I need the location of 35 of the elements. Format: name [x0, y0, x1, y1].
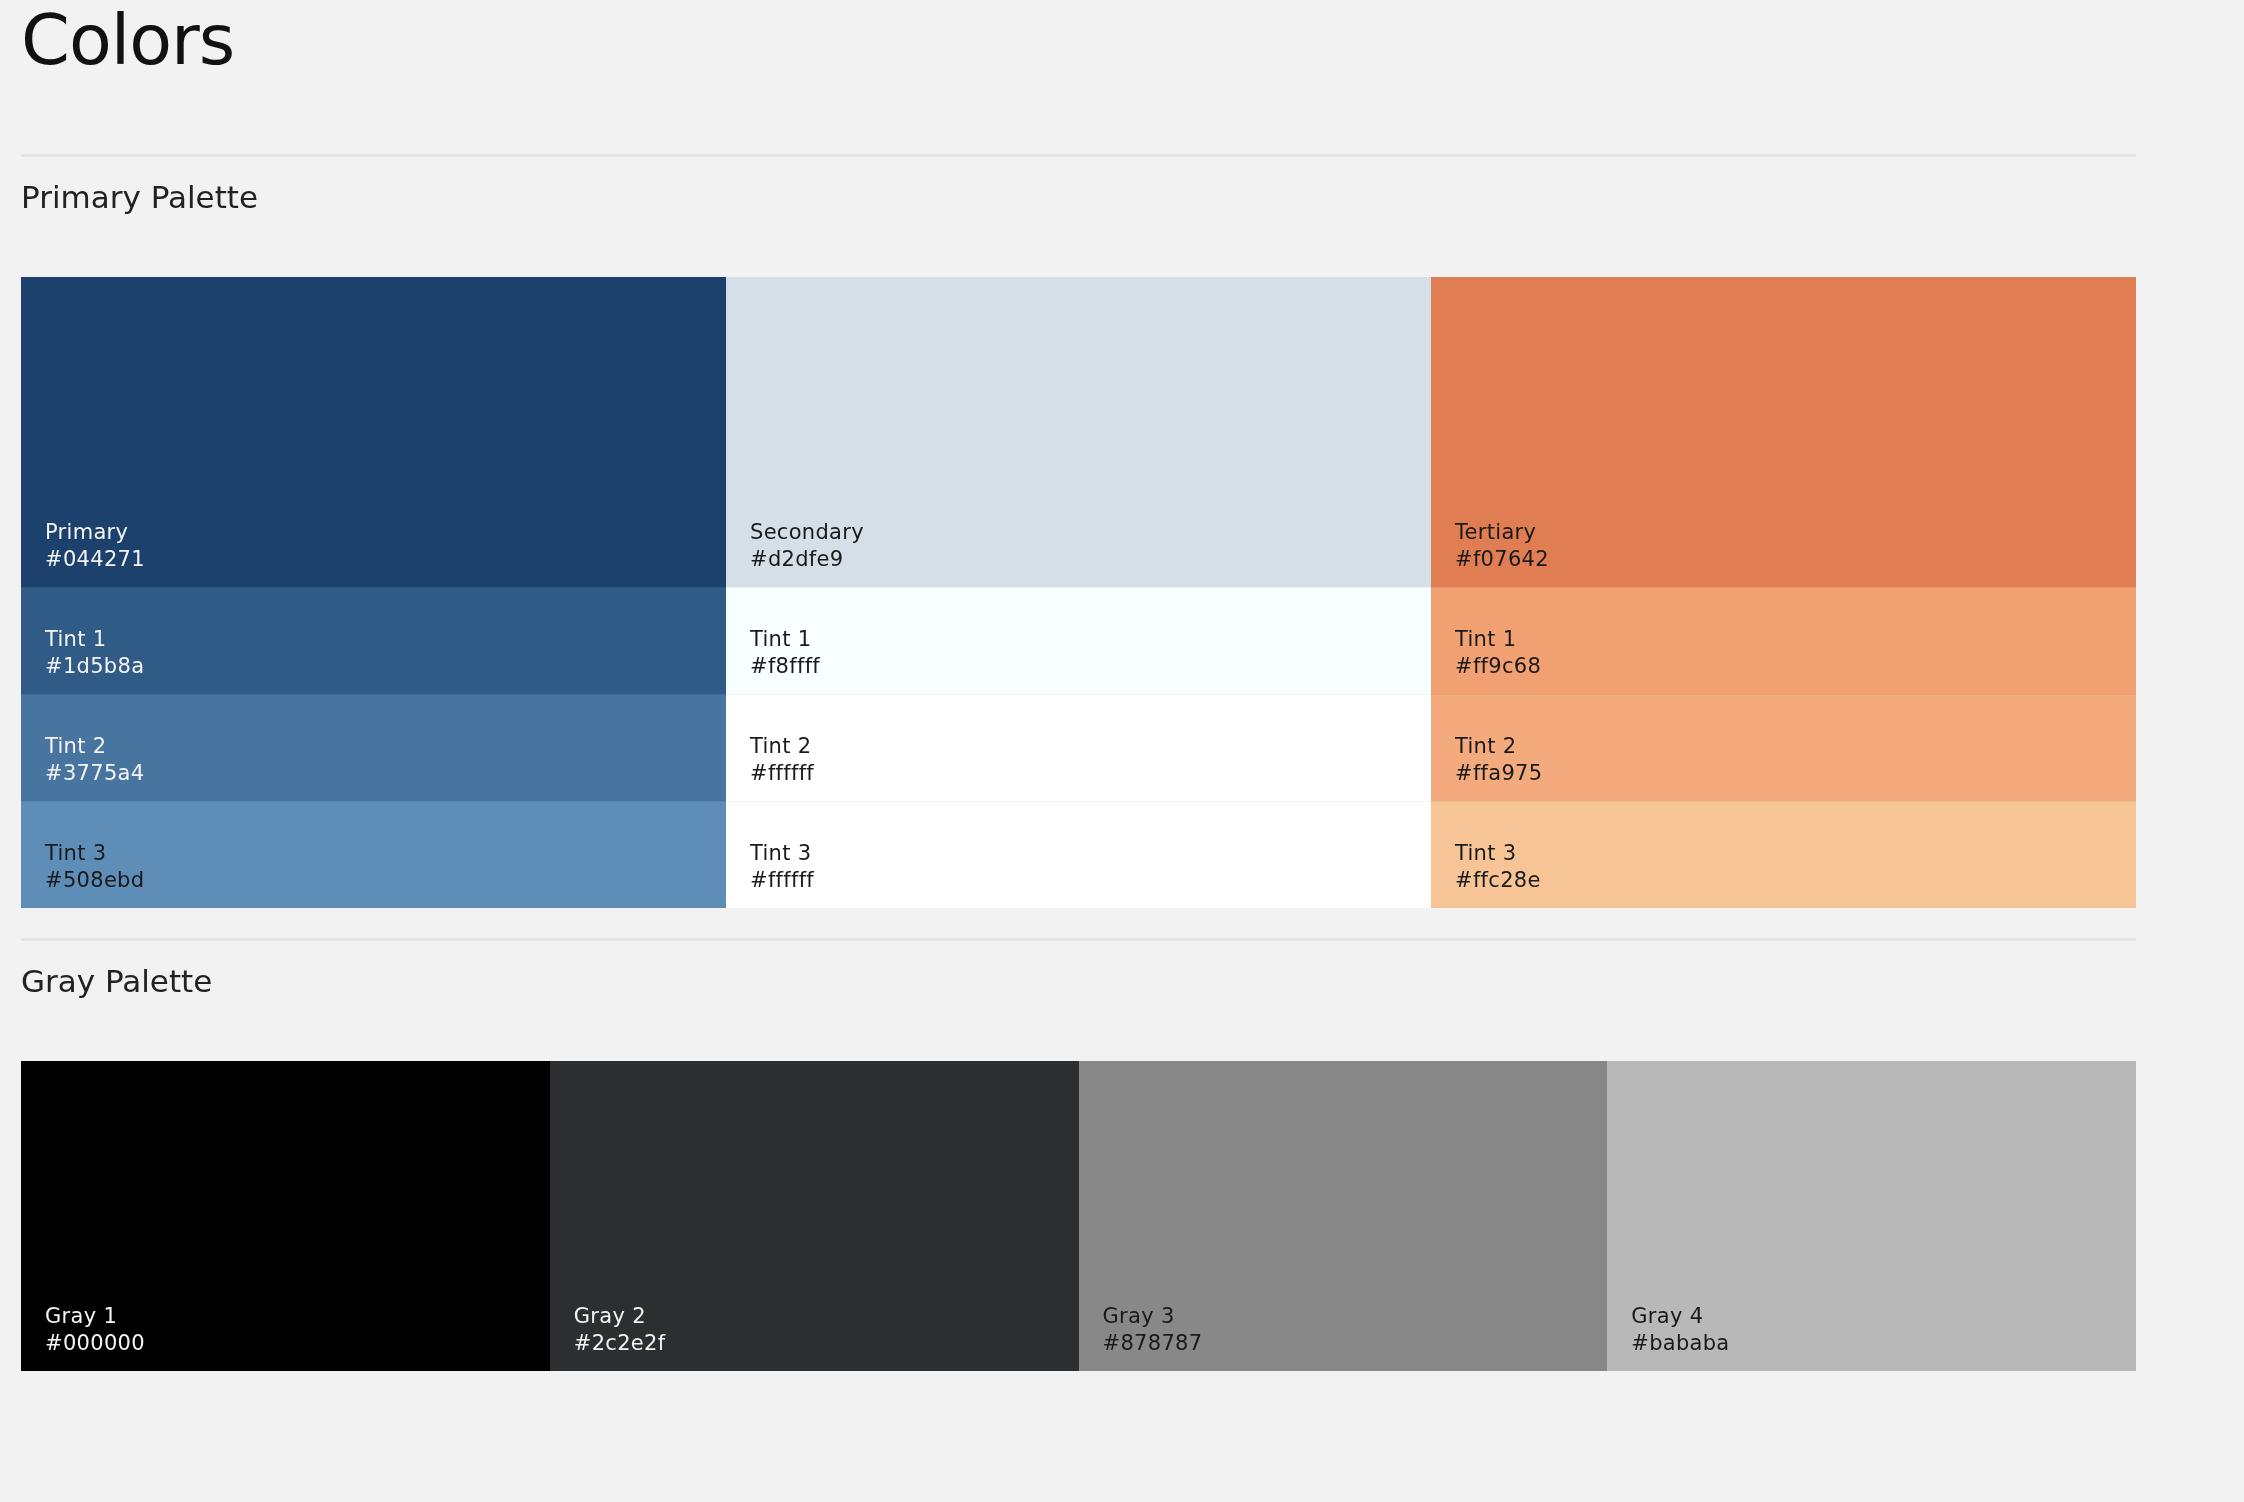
hex-code: #f8ffff — [750, 653, 822, 680]
hex-code: #508ebd — [45, 867, 146, 894]
swatch-name: Gray 2 — [573, 1303, 647, 1330]
swatch-name: Tint 3 — [1455, 840, 1518, 867]
swatch-name: Gray 4 — [1631, 1303, 1705, 1330]
hex-code: #044271 — [45, 546, 146, 573]
hex-code: #ff9c68 — [1455, 653, 1543, 680]
hex-code: #d2dfe9 — [750, 546, 845, 573]
swatch-name: Tint 3 — [45, 840, 108, 867]
hex-code: #1d5b8a — [45, 653, 146, 680]
swatch-name: Gray 3 — [1102, 1303, 1176, 1330]
section-heading: Gray Palette — [21, 962, 214, 1001]
hex-code: #3775a4 — [45, 760, 146, 787]
swatch-name: Tint 2 — [45, 733, 108, 760]
swatch-name: Tint 1 — [45, 626, 108, 653]
hex-code: #ffc28e — [1455, 867, 1542, 894]
swatch-name: Tertiary — [1455, 519, 1538, 546]
hex-code: #ffa975 — [1455, 760, 1544, 787]
swatch-name: Tint 3 — [750, 840, 813, 867]
page-title: Colors — [21, 0, 236, 76]
swatch-name: Tint 1 — [750, 626, 813, 653]
swatch-name: Secondary — [750, 519, 865, 546]
hex-code: #2c2e2f — [573, 1330, 667, 1357]
hex-code: #000000 — [45, 1330, 146, 1357]
swatch-name: Tint 2 — [1455, 733, 1518, 760]
hex-code: #f07642 — [1455, 546, 1550, 573]
section-heading: Primary Palette — [21, 178, 259, 217]
swatch-name: Gray 1 — [45, 1303, 119, 1330]
hex-code: #ffffff — [750, 867, 816, 894]
swatch-name: Tint 1 — [1455, 626, 1518, 653]
swatch-name: Primary — [45, 519, 130, 546]
hex-code: #878787 — [1102, 1330, 1204, 1357]
hex-code: #ffffff — [750, 760, 816, 787]
hex-code: #bababa — [1631, 1330, 1731, 1357]
swatch-name: Tint 2 — [750, 733, 813, 760]
